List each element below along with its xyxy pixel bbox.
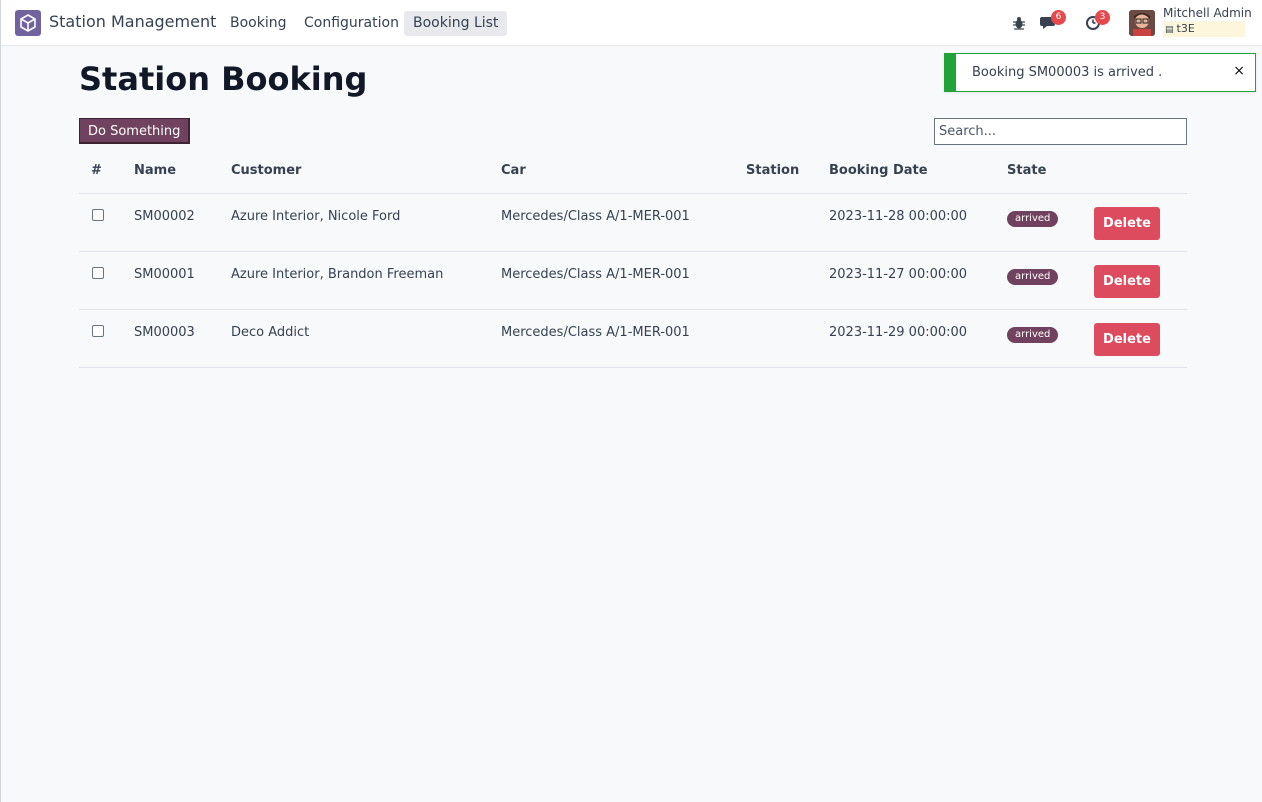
column-header-car: Car [501, 163, 526, 178]
top-navbar: Station Management Booking Configuration… [1, 0, 1262, 46]
column-header-station: Station [746, 163, 800, 178]
delete-button[interactable]: Delete [1094, 323, 1160, 356]
column-header-state: State [1007, 163, 1047, 178]
database-label: t3E [1176, 22, 1195, 35]
booking-date: 2023-11-27 00:00:00 [829, 267, 968, 282]
booking-car: Mercedes/Class A/1-MER-001 [501, 209, 690, 224]
state-badge: arrived [1007, 211, 1059, 227]
table-header: # Name Customer Car Station Booking Date… [79, 150, 1187, 194]
notification-toast: Booking SM00003 is arrived . × [944, 53, 1256, 92]
row-checkbox[interactable] [92, 325, 104, 337]
messages-count-badge: 6 [1051, 10, 1066, 25]
menu-booking-list[interactable]: Booking List [404, 11, 508, 36]
app-logo-icon[interactable] [15, 10, 41, 36]
booking-date: 2023-11-29 00:00:00 [829, 325, 968, 340]
state-badge: arrived [1007, 327, 1059, 343]
page-title: Station Booking [79, 60, 368, 98]
activities-count-badge: 3 [1095, 10, 1110, 25]
booking-customer: Deco Addict [231, 325, 310, 340]
search-input[interactable] [934, 118, 1187, 145]
row-checkbox[interactable] [92, 267, 104, 279]
state-badge: arrived [1007, 269, 1059, 285]
user-avatar[interactable] [1129, 10, 1155, 36]
delete-button[interactable]: Delete [1094, 207, 1160, 240]
column-header-name: Name [134, 163, 177, 178]
booking-car: Mercedes/Class A/1-MER-001 [501, 267, 690, 282]
column-header-booking-date: Booking Date [829, 163, 928, 178]
notification-message: Booking SM00003 is arrived . [972, 65, 1163, 80]
column-header-customer: Customer [231, 163, 302, 178]
table-row[interactable]: SM00003 Deco Addict Mercedes/Class A/1-M… [79, 310, 1187, 368]
clock-icon[interactable]: 3 [1083, 10, 1110, 33]
menu-configuration[interactable]: Configuration [295, 11, 408, 36]
booking-name: SM00001 [134, 267, 195, 282]
booking-date: 2023-11-28 00:00:00 [829, 209, 968, 224]
booking-car: Mercedes/Class A/1-MER-001 [501, 325, 690, 340]
table-row[interactable]: SM00002 Azure Interior, Nicole Ford Merc… [79, 194, 1187, 252]
debug-icon[interactable] [1009, 13, 1029, 33]
booking-table: # Name Customer Car Station Booking Date… [79, 150, 1187, 368]
table-row[interactable]: SM00001 Azure Interior, Brandon Freeman … [79, 252, 1187, 310]
database-name: ▤ t3E [1163, 21, 1245, 37]
row-checkbox[interactable] [92, 209, 104, 221]
menu-booking[interactable]: Booking [221, 11, 296, 36]
booking-customer: Azure Interior, Brandon Freeman [231, 267, 444, 282]
column-header-index: # [91, 163, 102, 178]
booking-name: SM00003 [134, 325, 195, 340]
booking-name: SM00002 [134, 209, 195, 224]
app-brand[interactable]: Station Management [49, 12, 216, 31]
close-icon[interactable]: × [1233, 63, 1245, 79]
database-icon: ▤ [1165, 25, 1174, 35]
user-name[interactable]: Mitchell Admin [1163, 6, 1252, 20]
chat-icon[interactable]: 6 [1039, 10, 1066, 33]
booking-customer: Azure Interior, Nicole Ford [231, 209, 401, 224]
delete-button[interactable]: Delete [1094, 265, 1160, 298]
do-something-button[interactable]: Do Something [79, 118, 191, 144]
